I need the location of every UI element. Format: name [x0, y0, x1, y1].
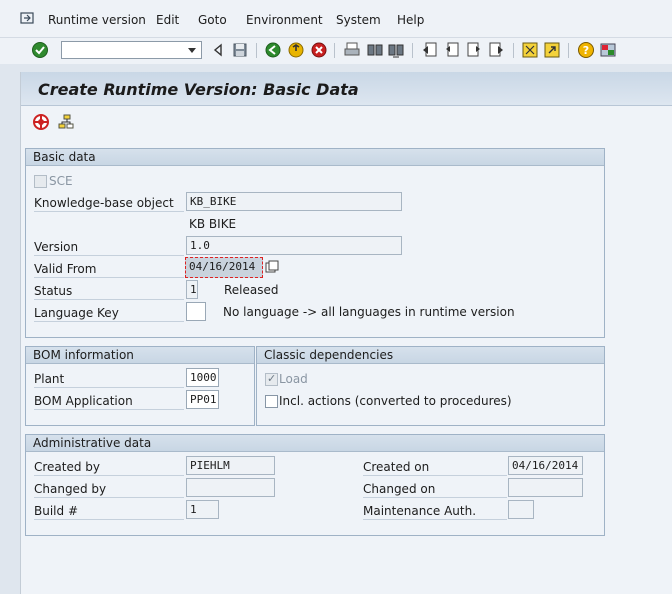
navigate-back-icon[interactable]: [264, 41, 282, 59]
title-band: Create Runtime Version: Basic Data: [21, 72, 672, 106]
created-by-field[interactable]: PIEHLM: [186, 456, 275, 475]
label-underline: [34, 519, 184, 520]
build-number-field[interactable]: 1: [186, 500, 219, 519]
bom-application-field[interactable]: PP01: [186, 390, 219, 409]
status-field[interactable]: 1: [186, 280, 198, 299]
version-label: Version: [34, 240, 79, 254]
next-page-icon[interactable]: [465, 41, 483, 59]
new-session-icon[interactable]: [521, 41, 539, 59]
incl-actions-label[interactable]: Incl. actions (converted to procedures): [279, 394, 512, 408]
menu-bar: Runtime version Edit Goto Environment Sy…: [0, 0, 672, 38]
label-underline: [34, 409, 184, 410]
menu-system[interactable]: System: [336, 13, 381, 27]
status-label: Status: [34, 284, 73, 298]
basic-data-header: Basic data: [26, 149, 604, 166]
bom-application-label: BOM Application: [34, 394, 133, 408]
changed-on-label: Changed on: [363, 482, 436, 496]
label-underline: [34, 475, 184, 476]
print-icon[interactable]: [343, 41, 361, 59]
menu-arrow-icon[interactable]: [20, 12, 34, 24]
language-key-field[interactable]: [186, 302, 206, 321]
basic-data-group: Basic data SCE Knowledge-base object KB_…: [25, 148, 605, 338]
hierarchy-icon[interactable]: [57, 113, 75, 131]
toolbar-separator: [412, 43, 413, 58]
kb-object-description: KB BIKE: [189, 217, 237, 231]
changed-on-field[interactable]: [508, 478, 583, 497]
kb-object-field[interactable]: KB_BIKE: [186, 192, 402, 211]
label-underline: [363, 497, 507, 498]
build-number-label: Build #: [34, 504, 78, 518]
menu-environment[interactable]: Environment: [246, 13, 323, 27]
first-page-icon[interactable]: [421, 41, 439, 59]
plant-label: Plant: [34, 372, 65, 386]
command-field[interactable]: [61, 41, 202, 59]
created-on-field[interactable]: 04/16/2014: [508, 456, 583, 475]
administrative-data-group: Administrative data Created by PIEHLM Ch…: [25, 434, 605, 536]
changed-by-field[interactable]: [186, 478, 275, 497]
chevron-down-icon[interactable]: [185, 44, 199, 56]
shortcut-icon[interactable]: [543, 41, 561, 59]
sce-checkbox: [34, 175, 47, 188]
menu-goto[interactable]: Goto: [198, 13, 227, 27]
label-underline: [34, 321, 184, 322]
toolbar-separator: [513, 43, 514, 58]
classic-dependencies-group: Classic dependencies Load Incl. actions …: [256, 346, 605, 426]
calendar-icon[interactable]: [265, 260, 279, 274]
svg-text:?: ?: [583, 44, 589, 57]
version-field[interactable]: 1.0: [186, 236, 402, 255]
standard-toolbar: ?: [0, 38, 672, 64]
toolbar-separator: [334, 43, 335, 58]
load-label: Load: [279, 372, 308, 386]
kb-object-label: Knowledge-base object: [34, 196, 174, 210]
sce-label: SCE: [49, 174, 73, 188]
label-underline: [34, 277, 184, 278]
classic-dependencies-header: Classic dependencies: [257, 347, 604, 364]
label-underline: [34, 299, 184, 300]
menu-runtime-version[interactable]: Runtime version: [48, 13, 146, 27]
save-icon[interactable]: [231, 41, 249, 59]
previous-page-icon[interactable]: [443, 41, 461, 59]
valid-from-label: Valid From: [34, 262, 97, 276]
page-title: Create Runtime Version: Basic Data: [38, 80, 359, 99]
exit-icon[interactable]: [287, 41, 305, 59]
menu-edit[interactable]: Edit: [156, 13, 179, 27]
language-key-label: Language Key: [34, 306, 119, 320]
label-underline: [34, 387, 184, 388]
plant-field[interactable]: 1000: [186, 368, 219, 387]
application-toolbar: [21, 106, 672, 142]
toolbar-separator: [568, 43, 569, 58]
bom-information-group: BOM information Plant 1000 BOM Applicati…: [25, 346, 255, 426]
find-icon[interactable]: [366, 41, 384, 59]
bom-information-header: BOM information: [26, 347, 254, 364]
menu-help[interactable]: Help: [397, 13, 424, 27]
enter-icon[interactable]: [31, 41, 49, 59]
load-checkbox: [265, 372, 278, 386]
find-next-icon[interactable]: [387, 41, 405, 59]
label-underline: [363, 519, 507, 520]
maintenance-auth-label: Maintenance Auth.: [363, 504, 477, 518]
label-underline: [34, 497, 184, 498]
check-icon[interactable]: [32, 113, 50, 131]
back-icon[interactable]: [209, 41, 227, 59]
incl-actions-checkbox[interactable]: [265, 395, 278, 408]
changed-by-label: Changed by: [34, 482, 107, 496]
main-content: Create Runtime Version: Basic Data Basic…: [20, 72, 672, 594]
valid-from-field[interactable]: 04/16/2014: [185, 257, 263, 278]
layout-icon[interactable]: [599, 41, 617, 59]
maintenance-auth-field[interactable]: [508, 500, 534, 519]
created-on-label: Created on: [363, 460, 430, 474]
help-icon[interactable]: ?: [577, 41, 595, 59]
toolbar-separator: [256, 43, 257, 58]
last-page-icon[interactable]: [487, 41, 505, 59]
created-by-label: Created by: [34, 460, 101, 474]
language-key-text: No language -> all languages in runtime …: [223, 305, 515, 319]
left-margin: [0, 64, 20, 594]
status-text: Released: [224, 283, 279, 297]
label-underline: [363, 475, 507, 476]
administrative-data-header: Administrative data: [26, 435, 604, 452]
label-underline: [34, 255, 184, 256]
cancel-icon[interactable]: [310, 41, 328, 59]
label-underline: [34, 211, 184, 212]
